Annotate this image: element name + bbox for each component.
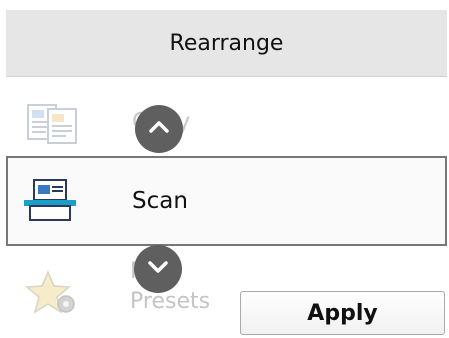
copy-icon — [22, 99, 82, 145]
apply-button[interactable]: Apply — [240, 291, 445, 335]
page-title-bar: Rearrange — [6, 10, 447, 77]
list-item-copy[interactable]: Copy — [6, 77, 447, 167]
scroll-down-button[interactable] — [134, 245, 182, 293]
list-item-scan[interactable]: Scan — [6, 156, 447, 246]
chevron-up-icon — [146, 114, 172, 144]
chevron-down-icon — [145, 254, 171, 284]
list-item-label: Scan — [132, 188, 188, 214]
scroll-up-button[interactable] — [135, 105, 183, 153]
page-title: Rearrange — [169, 30, 284, 56]
scan-icon — [22, 178, 82, 224]
star-gear-icon — [24, 270, 84, 316]
